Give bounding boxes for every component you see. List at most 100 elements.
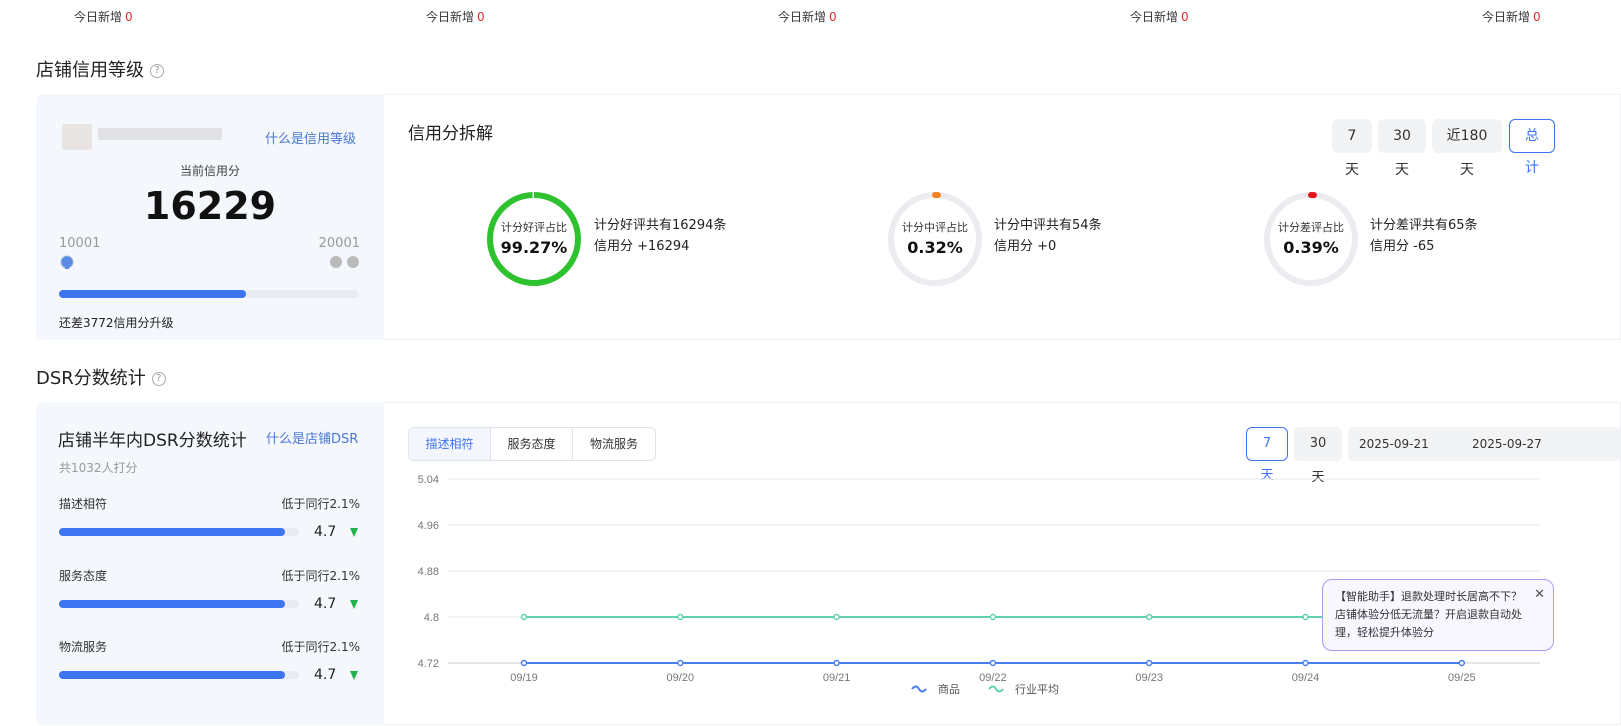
close-icon[interactable]: ✕	[1534, 586, 1545, 604]
tab-service[interactable]: 服务态度	[491, 428, 573, 460]
assistant-tip-text: 【智能助手】退款处理时长居高不下？店铺体验分低无流量？开启退款自动处理，轻松提升…	[1335, 590, 1522, 639]
dsr-row-compare: 低于同行2.1%	[281, 497, 361, 511]
dsr-row-bar	[59, 671, 299, 679]
x-tick-label: 09/23	[1135, 672, 1163, 684]
legend-label: 商品	[938, 682, 960, 696]
top-stat: 今日新增 0	[74, 8, 133, 25]
credit-progress-track	[59, 290, 359, 298]
credit-score: 16229	[143, 184, 277, 228]
credit-section-title: 店铺信用等级?	[36, 56, 164, 82]
current-level-icon	[59, 254, 75, 273]
dsr-tab-group: 描述相符 服务态度 物流服务	[408, 427, 656, 461]
x-tick-label: 09/22	[979, 672, 1007, 684]
top-stat-value: 0	[829, 10, 837, 24]
y-tick-label: 4.96	[418, 520, 439, 532]
period-7d-button[interactable]: 7天	[1332, 119, 1372, 178]
date-end: 2025-09-27	[1472, 437, 1542, 451]
assistant-tip[interactable]: 【智能助手】退款处理时长居高不下？店铺体验分低无流量？开启退款自动处理，轻松提升…	[1322, 579, 1554, 651]
y-tick-label: 4.72	[418, 658, 439, 670]
bad-count-text: 计分差评共有65条	[1370, 218, 1478, 233]
period-180d-button[interactable]: 近180天	[1432, 119, 1502, 178]
series-point	[989, 613, 997, 621]
series-point	[1458, 659, 1466, 667]
x-tick-label: 09/21	[823, 672, 851, 684]
period-total-button[interactable]: 总计	[1509, 119, 1555, 176]
dsr-section-title: DSR分数统计?	[36, 364, 166, 390]
tab-logistics[interactable]: 物流服务	[573, 428, 655, 460]
credit-max-value: 20001	[318, 236, 360, 251]
dsr-row-bar-fill	[59, 671, 285, 679]
bad-ratio-title: 计分差评占比	[1278, 221, 1344, 234]
bad-ratio-percent: 0.39%	[1283, 238, 1339, 257]
top-stat-value: 0	[125, 10, 133, 24]
top-stat-value: 0	[1181, 10, 1189, 24]
dsr-row-bar-fill	[59, 528, 285, 536]
medium-credit-text: 信用分 +0	[994, 239, 1057, 254]
good-ratio-title: 计分好评占比	[501, 221, 567, 234]
series-point	[677, 659, 684, 667]
credit-min-value: 10001	[59, 236, 101, 251]
down-arrow-icon	[350, 600, 358, 609]
medium-ratio-title: 计分中评占比	[902, 221, 968, 234]
down-arrow-icon	[350, 528, 358, 537]
dsr-row-bar	[59, 600, 299, 608]
series-point	[1302, 613, 1309, 621]
good-credit-text: 信用分 +16294	[594, 239, 690, 254]
good-ratio-desc: 计分好评共有16294条 信用分 +16294	[594, 215, 726, 257]
good-ratio-label: 计分好评占比 99.27%	[486, 219, 582, 257]
period-30d-button[interactable]: 30天	[1378, 119, 1426, 178]
x-tick-label: 09/20	[667, 672, 695, 684]
credit-section-title-text: 店铺信用等级	[36, 60, 144, 81]
current-credit-label: 当前信用分	[179, 164, 240, 178]
x-tick-label: 09/24	[1292, 672, 1320, 684]
medium-ratio-percent: 0.32%	[907, 238, 963, 257]
dsr-row-label: 物流服务	[59, 640, 108, 654]
top-stat-value: 0	[477, 10, 485, 24]
dsr-panel-title: 店铺半年内DSR分数统计	[58, 431, 247, 451]
bad-ratio-desc: 计分差评共有65条 信用分 -65	[1370, 215, 1478, 257]
what-is-dsr-link[interactable]: 什么是店铺DSR	[266, 428, 358, 447]
dsr-section-title-text: DSR分数统计	[36, 368, 146, 389]
series-point	[1145, 659, 1153, 667]
bad-credit-text: 信用分 -65	[1370, 239, 1435, 254]
top-stat: 今日新增 0	[426, 8, 485, 25]
medium-ratio-label: 计分中评占比 0.32%	[887, 219, 983, 257]
shop-avatar	[62, 124, 92, 150]
top-stat-value: 0	[1533, 10, 1541, 24]
credit-remaining-text: 还差3772信用分升级	[59, 316, 174, 330]
x-tick-label: 09/19	[510, 672, 538, 684]
top-stat: 今日新增 0	[1130, 8, 1189, 25]
dsr-count-text: 共1032人打分	[59, 461, 138, 475]
tab-description[interactable]: 描述相符	[409, 428, 491, 460]
dsr-chart-panel: 描述相符 服务态度 物流服务 7天 30天 2025-09-21 2025-09…	[384, 402, 1621, 725]
dsr-row-score: 4.7	[314, 596, 337, 612]
help-icon[interactable]: ?	[150, 64, 164, 78]
dsr-row-compare: 低于同行2.1%	[281, 569, 361, 583]
help-icon[interactable]: ?	[151, 372, 166, 386]
y-tick-label: 5.04	[418, 474, 439, 486]
good-count-text: 计分好评共有16294条	[594, 218, 727, 233]
range-7d-button[interactable]: 7天	[1246, 427, 1288, 483]
what-is-credit-link[interactable]: 什么是信用等级	[265, 128, 356, 147]
medium-ratio-desc: 计分中评共有54条 信用分 +0	[994, 215, 1102, 257]
breakdown-title: 信用分拆解	[408, 124, 493, 144]
series-point	[677, 613, 684, 621]
date-range-picker[interactable]: 2025-09-21 2025-09-27	[1348, 427, 1621, 461]
legend-marker	[911, 685, 927, 693]
y-tick-label: 4.8	[424, 612, 439, 624]
dsr-row-label: 描述相符	[59, 497, 108, 511]
date-start: 2025-09-21	[1359, 437, 1429, 451]
series-point	[989, 659, 997, 667]
top-stat-label: 今日新增	[1482, 10, 1531, 24]
top-stat-label: 今日新增	[426, 10, 475, 24]
top-stat-label: 今日新增	[74, 10, 123, 24]
credit-progress-fill	[59, 290, 246, 298]
top-stat: 今日新增 0	[778, 8, 837, 25]
dsr-row-label: 服务态度	[59, 569, 108, 583]
bad-ratio-label: 计分差评占比 0.39%	[1263, 219, 1359, 257]
series-point	[1145, 613, 1153, 621]
y-tick-label: 4.88	[418, 566, 439, 578]
range-30d-button[interactable]: 30天	[1294, 427, 1342, 485]
medium-count-text: 计分中评共有54条	[994, 218, 1102, 233]
shop-name-blurred	[98, 128, 222, 140]
